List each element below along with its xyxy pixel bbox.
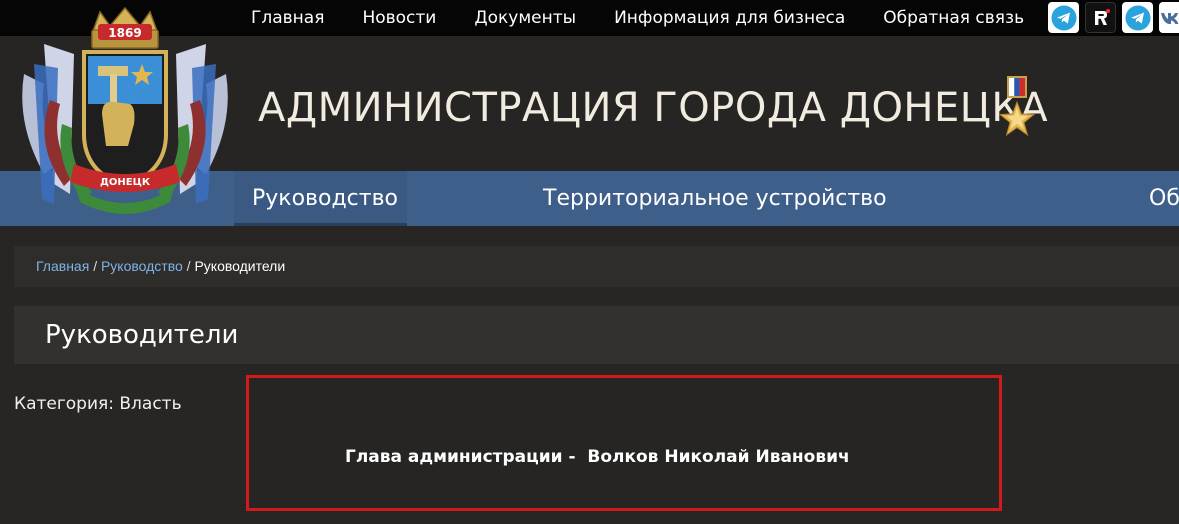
crest-year-label: 1869 <box>108 26 141 40</box>
crest-city-label: ДОНЕЦК <box>100 177 151 188</box>
page-title: Руководители <box>14 306 1179 364</box>
top-nav-business-info[interactable]: Информация для бизнеса <box>595 0 864 36</box>
top-nav-feedback[interactable]: Обратная связь <box>864 0 1043 36</box>
city-crest-logo[interactable]: 1869 ДОНЕЦК <box>14 4 236 231</box>
social-links <box>1048 2 1179 33</box>
telegram-icon[interactable] <box>1122 2 1153 33</box>
top-nav: Главная Новости Документы Информация для… <box>232 0 1043 36</box>
main-nav-leadership[interactable]: Руководство <box>234 171 407 226</box>
breadcrumb-home-link[interactable]: Главная <box>36 258 89 274</box>
top-nav-news[interactable]: Новости <box>343 0 455 36</box>
top-nav-home[interactable]: Главная <box>232 0 343 36</box>
telegram-icon[interactable] <box>1048 2 1079 33</box>
leader-card-title: Глава администрации - Волков Николай Ива… <box>345 447 850 467</box>
breadcrumb: Главная / Руководство / Руководители <box>14 246 1179 287</box>
category-label: Категория: Власть <box>14 394 182 414</box>
main-nav-partial-item[interactable]: Об <box>1149 171 1179 226</box>
breadcrumb-separator: / <box>186 258 191 274</box>
main-nav-territorial-structure[interactable]: Территориальное устройство <box>543 171 887 226</box>
rutube-icon[interactable] <box>1085 2 1116 33</box>
leader-card[interactable]: Глава администрации - Волков Николай Ива… <box>246 375 1002 511</box>
breadcrumb-separator: / <box>93 258 98 274</box>
top-nav-documents[interactable]: Документы <box>455 0 595 36</box>
gold-star-medal-icon <box>998 74 1036 149</box>
vk-icon[interactable] <box>1159 2 1179 33</box>
breadcrumb-section-link[interactable]: Руководство <box>101 258 183 274</box>
site-title: АДМИНИСТРАЦИЯ ГОРОДА ДОНЕЦКА <box>258 85 1049 131</box>
breadcrumb-current: Руководители <box>194 258 286 274</box>
